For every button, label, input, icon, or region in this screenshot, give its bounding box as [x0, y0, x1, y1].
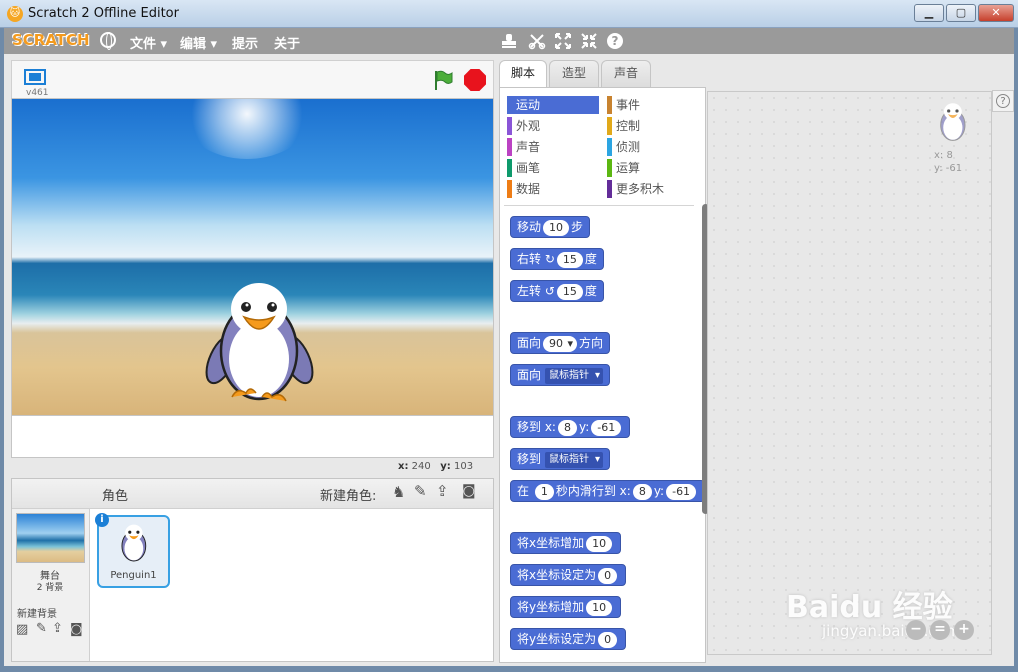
category-sound[interactable]: 声音	[507, 138, 599, 156]
scratch-logo[interactable]: SCRATCH	[12, 31, 90, 49]
window-titlebar: 🐱 Scratch 2 Offline Editor ▁ ▢ ✕	[0, 0, 1018, 28]
tab-costumes[interactable]: 造型	[549, 60, 599, 87]
block-move-steps[interactable]: 移动 10 步	[510, 216, 591, 238]
tab-scripts[interactable]: 脚本	[499, 60, 547, 88]
category-pen[interactable]: 画笔	[507, 159, 599, 177]
sprite-y-readout: y: -61	[934, 163, 963, 174]
zoom-out-icon[interactable]: −	[906, 620, 926, 640]
backdrop-library-icon[interactable]: ▨	[16, 622, 28, 637]
sprites-label: 角色	[102, 489, 129, 504]
zoom-reset-icon[interactable]: =	[930, 620, 950, 640]
current-sprite-coords: x: 8 y: -61	[934, 149, 962, 175]
mouse-x-value: 240	[411, 461, 431, 472]
sprite-name: Penguin1	[110, 570, 157, 581]
new-backdrop-label: 新建背景	[17, 609, 57, 620]
block-set-y[interactable]: 将y坐标设定为 0	[510, 628, 627, 650]
category-more-blocks[interactable]: 更多积木	[607, 180, 699, 198]
category-motion[interactable]: 运动	[507, 96, 599, 114]
window-title: Scratch 2 Offline Editor	[28, 6, 179, 21]
fullscreen-icon[interactable]	[24, 69, 46, 85]
svg-text:?: ?	[612, 34, 619, 48]
language-globe-icon[interactable]	[100, 32, 116, 50]
version-label: v461	[26, 88, 49, 98]
stage-thumbnail-column[interactable]: 舞台 2 背景 新建背景 ▨ ✎ ⇪ ◙	[12, 509, 90, 661]
stop-sign-icon[interactable]	[464, 69, 486, 91]
watermark-brand: Baidu 经验	[786, 590, 953, 625]
editor-main: v461 x: 240 y: 103 角色 新建角色: ♞ ✎ ⇪ ◙ 舞台 2…	[4, 54, 1014, 666]
category-looks[interactable]: 外观	[507, 117, 599, 135]
mouse-y-label: y:	[440, 461, 451, 472]
menu-tips[interactable]: 提示	[232, 33, 258, 52]
zoom-in-icon[interactable]: +	[954, 620, 974, 640]
category-sensing[interactable]: 侦测	[607, 138, 699, 156]
backdrop-camera-icon[interactable]: ◙	[70, 622, 83, 637]
palette-divider	[504, 205, 694, 206]
penguin-sprite[interactable]	[202, 279, 317, 404]
turn-right-icon: ↻	[544, 252, 555, 266]
mouse-x-label: x:	[398, 461, 409, 472]
green-flag-icon[interactable]	[432, 69, 454, 91]
stage-thumbnail[interactable]	[16, 513, 85, 563]
sprite-info-icon[interactable]: i	[95, 513, 109, 527]
help-button[interactable]: ?	[992, 90, 1014, 112]
category-control[interactable]: 控制	[607, 117, 699, 135]
camera-icon[interactable]: ◙	[462, 483, 476, 499]
block-go-to[interactable]: 移到 鼠标指针	[510, 448, 611, 470]
block-palette: 运动 外观 声音 画笔 数据 事件 控制 侦测 运算 更多积木 移动 10 步 右转…	[499, 87, 706, 663]
block-glide[interactable]: 在 1 秒内滑行到 x: 8 y: -61	[510, 480, 706, 502]
close-window-button[interactable]: ✕	[978, 4, 1014, 22]
duplicate-stamp-icon[interactable]	[500, 32, 518, 50]
category-events[interactable]: 事件	[607, 96, 699, 114]
turn-left-icon: ↺	[544, 284, 555, 298]
block-turn-left[interactable]: 左转 ↺ 15 度	[510, 280, 604, 302]
new-sprite-label: 新建角色:	[320, 489, 377, 504]
block-go-to-xy[interactable]: 移到 x: 8 y: -61	[510, 416, 631, 438]
penguin-thumbnail-icon	[121, 524, 147, 562]
category-operators[interactable]: 运算	[607, 159, 699, 177]
current-sprite-icon	[940, 103, 966, 141]
backdrop-paint-icon[interactable]: ✎	[36, 621, 47, 636]
mouse-y-value: 103	[454, 461, 474, 472]
script-area[interactable]	[707, 91, 992, 655]
grow-icon[interactable]	[554, 32, 572, 50]
sprite-x-readout: x: 8	[934, 150, 953, 161]
backdrop-upload-icon[interactable]: ⇪	[52, 621, 63, 636]
maximize-button[interactable]: ▢	[946, 4, 976, 22]
block-change-x[interactable]: 将x坐标增加 10	[510, 532, 622, 554]
sprite-pane-header: 角色 新建角色: ♞ ✎ ⇪ ◙	[12, 479, 493, 509]
paint-brush-icon[interactable]: ✎	[414, 482, 427, 500]
menu-bar: SCRATCH 文件 ▾ 编辑 ▾ 提示 关于 ?	[4, 28, 1014, 54]
help-icon: ?	[996, 94, 1010, 108]
tab-sounds[interactable]: 声音	[601, 60, 651, 87]
category-data[interactable]: 数据	[507, 180, 599, 198]
block-point-towards[interactable]: 面向 鼠标指针	[510, 364, 611, 386]
block-set-x[interactable]: 将x坐标设定为 0	[510, 564, 627, 586]
menu-about[interactable]: 关于	[274, 33, 300, 52]
mouse-coordinates: x: 240 y: 103	[398, 461, 473, 472]
block-point-in-direction[interactable]: 面向90方向	[510, 332, 611, 354]
stage-header: v461	[11, 60, 494, 100]
sprite-pane: 角色 新建角色: ♞ ✎ ⇪ ◙ 舞台 2 背景 新建背景 ▨ ✎ ⇪ ◙ i	[11, 478, 494, 662]
stage-lower-area	[11, 416, 494, 458]
sprite-library-icon[interactable]: ♞	[392, 483, 405, 501]
menu-file[interactable]: 文件 ▾	[130, 33, 167, 52]
stage-canvas[interactable]	[11, 98, 494, 416]
menu-edit[interactable]: 编辑 ▾	[180, 33, 217, 52]
minimize-button[interactable]: ▁	[914, 4, 944, 22]
backdrop-count: 2 背景	[36, 583, 64, 593]
block-turn-right[interactable]: 右转 ↻ 15 度	[510, 248, 604, 270]
delete-scissors-icon[interactable]	[528, 32, 546, 50]
help-block-icon[interactable]: ?	[606, 32, 624, 50]
scratch-cat-icon: 🐱	[7, 6, 23, 22]
sprite-thumbnail-penguin[interactable]: i Penguin1	[95, 513, 170, 588]
block-change-y[interactable]: 将y坐标增加 10	[510, 596, 622, 618]
shrink-icon[interactable]	[580, 32, 598, 50]
upload-icon[interactable]: ⇪	[436, 482, 449, 500]
